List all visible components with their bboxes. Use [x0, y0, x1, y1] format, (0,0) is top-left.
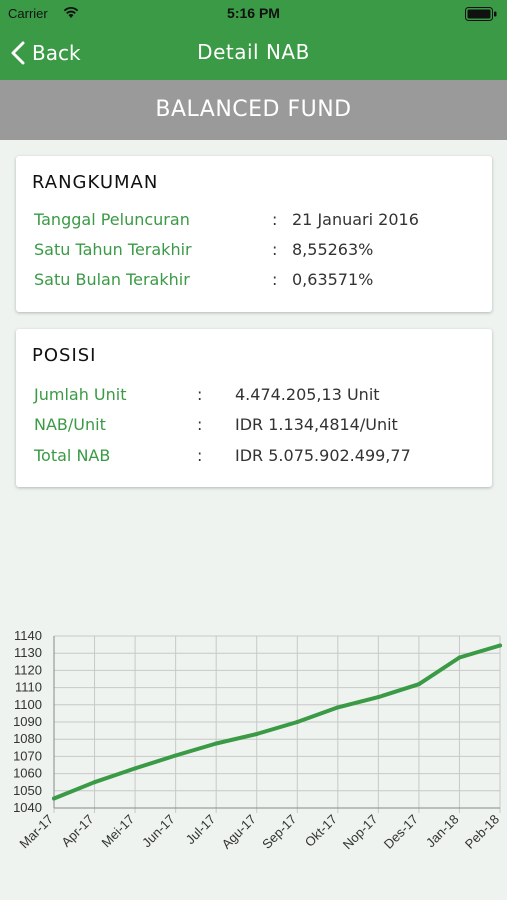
x-tick-label: Apr-17: [58, 812, 96, 850]
position-value: IDR 1.134,4814/Unit: [235, 415, 398, 434]
data-point: [335, 705, 340, 710]
y-tick-label: 1080: [13, 731, 42, 746]
x-tick-label: Jul-17: [183, 812, 219, 848]
summary-value: 8,55263%: [292, 240, 374, 259]
data-point: [52, 796, 56, 801]
nav-bar: Back Detail NAB: [0, 28, 507, 80]
page-title: Detail NAB: [197, 40, 310, 64]
nab-line-chart: 1040 1050 1060 1070 1080 1090 1100 1110 1120 1130…: [13, 628, 502, 853]
x-tick-label: Sep-17: [259, 812, 299, 852]
y-tick-label: 1070: [13, 748, 42, 763]
separator: :: [272, 270, 278, 289]
y-tick-label: 1130: [14, 645, 42, 660]
position-value: 4.474.205,13 Unit: [235, 385, 380, 404]
data-point: [416, 682, 421, 687]
summary-label: Tanggal Peluncuran: [34, 210, 190, 229]
summary-label: Satu Tahun Terakhir: [34, 240, 192, 259]
y-axis-ticks: 1040 1050 1060 1070 1080 1090 1100 1110 1120 1130…: [13, 628, 42, 815]
data-point: [295, 720, 300, 724]
x-tick-label: Jun-17: [139, 812, 178, 851]
summary-value: 21 Januari 2016: [292, 210, 419, 229]
y-tick-label: 1120: [14, 662, 42, 677]
separator: :: [272, 210, 278, 229]
x-tick-label: Des-17: [381, 812, 421, 852]
separator: :: [197, 385, 203, 404]
data-point: [214, 741, 219, 746]
position-card: POSISI Jumlah Unit : 4.474.205,13 Unit N…: [16, 329, 492, 487]
separator: :: [197, 415, 203, 434]
x-tick-label: Mar-17: [16, 812, 56, 852]
status-bar: Carrier 5:16 PM: [0, 0, 507, 28]
data-point: [376, 695, 381, 700]
clock: 5:16 PM: [227, 5, 280, 21]
position-value: IDR 5.075.902.499,77: [235, 446, 411, 465]
data-point: [498, 643, 502, 648]
x-tick-label: Agu-17: [219, 812, 259, 852]
data-point: [254, 732, 259, 737]
y-tick-label: 1050: [13, 783, 42, 798]
y-tick-label: 1110: [15, 680, 42, 695]
summary-value: 0,63571%: [292, 270, 374, 289]
position-heading: POSISI: [32, 345, 97, 366]
y-tick-label: 1090: [13, 714, 42, 729]
y-tick-label: 1060: [13, 766, 42, 781]
data-point: [92, 780, 97, 785]
x-axis-ticks: Mar-17 Apr-17 Mei-17 Jun-17 Jul-17 Agu-17 Sep-…: [16, 812, 502, 853]
data-point: [133, 766, 138, 771]
x-tick-label: Peb-18: [462, 812, 502, 852]
summary-heading: RANGKUMAN: [32, 172, 159, 193]
x-tick-label: Nop-17: [340, 812, 381, 853]
separator: :: [197, 446, 203, 465]
x-tick-label: Mei-17: [98, 812, 137, 851]
y-tick-label: 1140: [14, 628, 42, 643]
x-tick-label: Jan-18: [423, 812, 462, 851]
y-tick-label: 1100: [14, 697, 42, 712]
fund-name-header: BALANCED FUND: [0, 80, 507, 140]
x-tick-label: Okt-17: [302, 812, 340, 850]
position-label: Total NAB: [34, 446, 111, 465]
data-point: [457, 655, 462, 660]
summary-label: Satu Bulan Terakhir: [34, 270, 190, 289]
y-tick-label: 1040: [13, 800, 42, 815]
data-point: [173, 753, 178, 758]
separator: :: [272, 240, 278, 259]
battery-icon: [465, 7, 497, 21]
summary-card: RANGKUMAN Tanggal Peluncuran : 21 Januar…: [16, 156, 492, 312]
position-label: Jumlah Unit: [34, 385, 127, 404]
position-label: NAB/Unit: [34, 415, 106, 434]
chart-grid: [53, 635, 501, 813]
